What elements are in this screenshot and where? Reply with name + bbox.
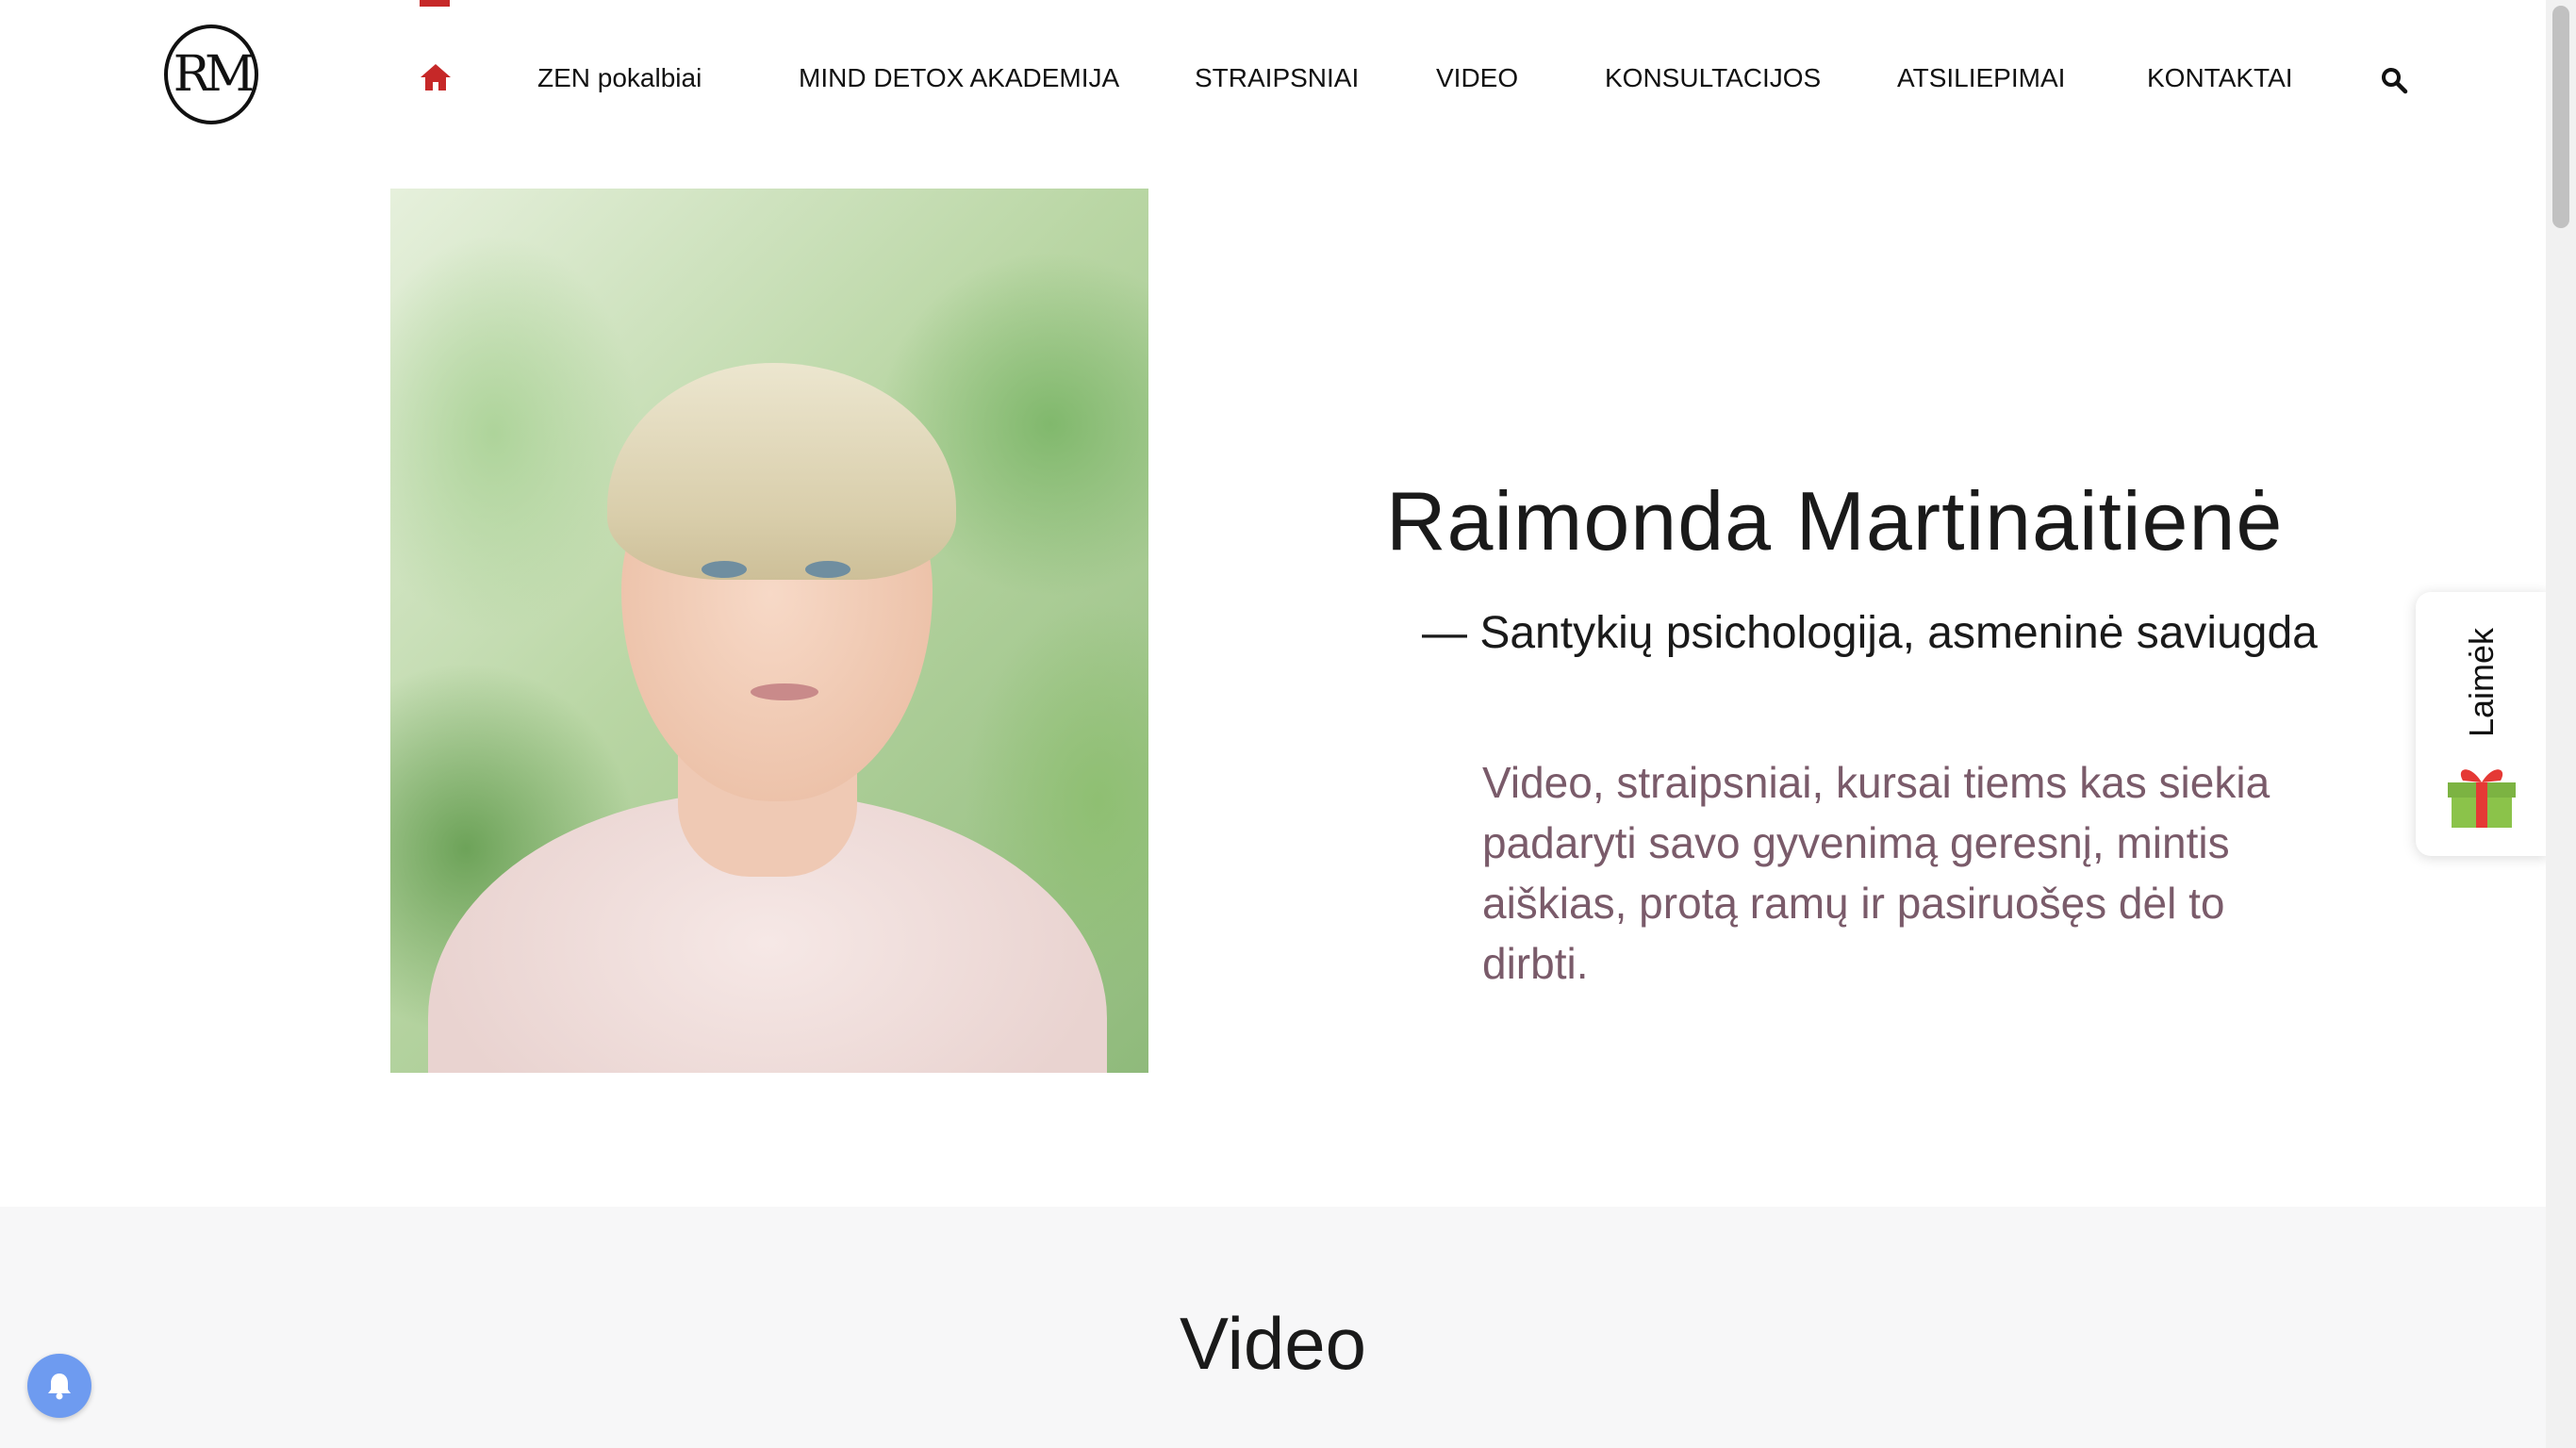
- nav-item-straipsniai[interactable]: STRAIPSNIAI: [1195, 61, 1359, 95]
- logo-text: RM: [173, 46, 255, 103]
- nav-active-indicator: [420, 0, 450, 7]
- search-icon[interactable]: [2380, 66, 2408, 94]
- nav-item-video[interactable]: VIDEO: [1436, 61, 1518, 95]
- site-header: RM ZEN pokalbiai MIND DETOX AKADEMIJA ST…: [0, 0, 2546, 160]
- hero-description: Video, straipsniai, kursai tiems kas sie…: [1482, 758, 2271, 988]
- video-section-title: Video: [1179, 1302, 1367, 1385]
- gift-widget-label: Laimėk: [2462, 627, 2501, 738]
- nav-item-konsultacijos[interactable]: KONSULTACIJOS: [1605, 61, 1821, 95]
- gift-widget[interactable]: Laimėk: [2416, 592, 2548, 856]
- site-logo[interactable]: RM: [164, 25, 258, 124]
- hero-tagline: — Santykių psichologija, asmeninė saviug…: [1422, 608, 2318, 658]
- nav-item-zen-pokalbiai[interactable]: ZEN pokalbiai: [537, 61, 702, 95]
- page-scrollbar-thumb[interactable]: [2552, 6, 2569, 228]
- hero-name-heading: Raimonda Martinaitienė: [1386, 474, 2284, 568]
- notification-bell-button[interactable]: [27, 1354, 91, 1418]
- hero-portrait-image: [390, 189, 1148, 1073]
- nav-item-mind-detox-akademija[interactable]: MIND DETOX AKADEMIJA: [799, 61, 1119, 95]
- nav-item-atsiliepimai[interactable]: ATSILIEPIMAI: [1897, 61, 2065, 95]
- nav-item-kontaktai[interactable]: KONTAKTAI: [2147, 61, 2293, 95]
- bell-icon: [48, 1374, 71, 1400]
- home-icon[interactable]: [419, 62, 453, 92]
- gift-icon: [2448, 769, 2516, 828]
